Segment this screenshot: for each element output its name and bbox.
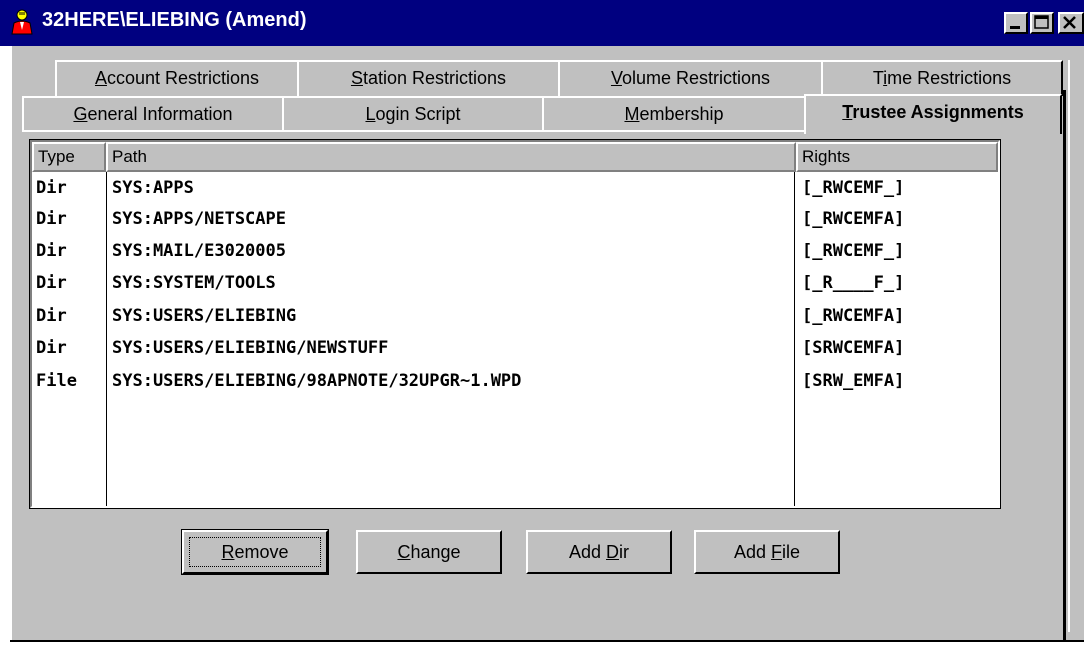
column-header-type[interactable]: Type [32,142,106,172]
tab-trustee-assignments[interactable]: Trustee Assignments [804,94,1062,134]
button-label-pre: Add [733,542,771,562]
column-header-rights[interactable]: Rights [796,142,998,172]
tab-label-post: me Restrictions [887,68,1012,88]
minimize-button[interactable] [1004,12,1028,34]
button-label-post: hange [410,542,461,562]
tab-label-post: tation Restrictions [362,68,507,88]
cell-path: SYS:SYSTEM/TOOLS [112,273,276,293]
button-label-key: F [771,542,782,562]
tab-label-post: eneral Information [87,104,233,124]
cell-type: Dir [36,241,67,261]
cell-path: SYS:USERS/ELIEBING/98APNOTE/32UPGR~1.WPD [112,371,522,391]
cell-path: SYS:APPS/NETSCAPE [112,209,286,229]
dialog-bottom-edge [10,640,1084,642]
button-label-post: ile [782,542,801,562]
maximize-button[interactable] [1030,12,1054,34]
cell-type: Dir [36,209,67,229]
cell-type: Dir [36,273,67,293]
tab-label-post: ogin Script [375,104,461,124]
button-label-key: C [397,542,411,562]
tab-general-information[interactable]: General Information [22,96,284,132]
tab-label-post: embership [639,104,724,124]
close-icon [1063,16,1076,29]
cell-path: SYS:USERS/ELIEBING [112,306,297,326]
tab-membership[interactable]: Membership [542,96,806,132]
dialog-edge-highlight [1068,60,1070,632]
button-label-post: ir [619,542,630,562]
tab-label-pre: T [872,68,884,88]
tab-time-restrictions[interactable]: Time Restrictions [821,60,1063,96]
cell-rights: [_R____F_] [802,273,905,293]
close-button[interactable] [1058,12,1084,34]
add-file-button[interactable]: Add File [694,530,840,574]
tab-label-key: T [842,102,853,122]
maximize-icon [1034,15,1049,29]
cell-rights: [_RWCEMF_] [802,241,905,261]
tab-label-key: A [94,68,107,88]
tab-login-script[interactable]: Login Script [282,96,544,132]
cell-type: Dir [36,178,67,198]
cell-rights: [_RWCEMFA] [802,306,905,326]
cell-rights: [SRWCEMFA] [802,338,905,358]
tab-account-restrictions[interactable]: Account Restrictions [55,60,299,96]
cell-path: SYS:USERS/ELIEBING/NEWSTUFF [112,338,389,358]
cell-path: SYS:APPS [112,178,194,198]
tab-label-key: G [73,104,88,124]
button-label-key: D [606,542,620,562]
window-title: 32HERE\ELIEBING (Amend) [42,9,307,31]
focus-rectangle [189,537,321,567]
trustee-list[interactable]: Type Path Rights Dir SYS:APPS [_RWCEMF_]… [29,139,1001,509]
tab-label-key: V [610,68,622,88]
column-separator [106,172,107,506]
button-label-pre: Add [568,542,607,562]
tab-label-post: rustee Assignments [852,102,1024,122]
minimize-icon [1010,26,1020,29]
change-button[interactable]: Change [356,530,502,574]
dialog-window: 32HERE\ELIEBING (Amend) Account Restrict… [0,0,1084,649]
tab-label-post: ccount Restrictions [106,68,260,88]
tab-label-key: L [365,104,376,124]
remove-button[interactable]: Remove [181,529,329,575]
column-header-path[interactable]: Path [106,142,796,172]
cell-type: File [36,371,77,391]
tab-volume-restrictions[interactable]: Volume Restrictions [558,60,823,96]
cell-rights: [_RWCEMF_] [802,178,905,198]
cell-rights: [_RWCEMFA] [802,209,905,229]
tab-label-key: S [350,68,363,88]
tab-label-key: M [624,104,640,124]
column-separator [794,172,795,506]
dialog-edge-shadow [1063,90,1066,640]
user-person-icon [8,8,36,36]
tab-station-restrictions[interactable]: Station Restrictions [297,60,560,96]
cell-path: SYS:MAIL/E3020005 [112,241,286,261]
tab-label-post: olume Restrictions [621,68,771,88]
cell-type: Dir [36,338,67,358]
cell-type: Dir [36,306,67,326]
add-dir-button[interactable]: Add Dir [526,530,672,574]
title-bar[interactable]: 32HERE\ELIEBING (Amend) [0,0,1084,46]
cell-rights: [SRW_EMFA] [802,371,905,391]
